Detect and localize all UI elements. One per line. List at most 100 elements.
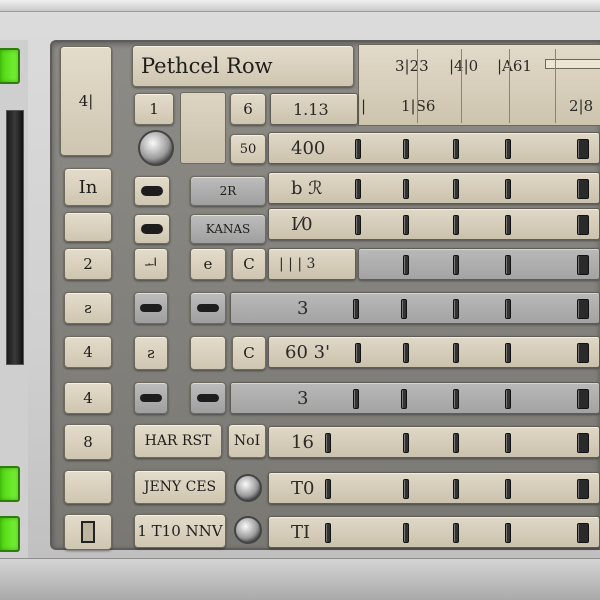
header-divider — [461, 49, 462, 123]
left-key-3[interactable]: 2 — [64, 248, 112, 280]
left-key-6[interactable]: 4 — [64, 382, 112, 414]
key-e[interactable]: e — [190, 248, 226, 280]
fader-end-slot[interactable] — [577, 139, 589, 159]
left-key-8[interactable] — [64, 470, 112, 504]
small-knob-icon[interactable] — [234, 516, 262, 544]
fader-track-7[interactable]: 3 — [230, 382, 600, 414]
fader-slot[interactable] — [353, 389, 359, 409]
fader-slot[interactable] — [505, 523, 511, 543]
key-up[interactable]: ƨ — [134, 336, 168, 370]
small-knob-icon[interactable] — [234, 474, 262, 502]
fader-track-6[interactable]: 60 3' — [268, 336, 600, 368]
fader-end-slot[interactable] — [577, 215, 589, 235]
mode-key-large[interactable]: 4| — [60, 46, 112, 156]
toggle-key-5[interactable] — [134, 382, 168, 414]
key-c[interactable]: C — [232, 248, 266, 280]
header-divider — [417, 49, 418, 123]
fader-track-5[interactable]: 3 — [230, 292, 600, 324]
fader-slot[interactable] — [505, 389, 511, 409]
fader-slot[interactable] — [453, 215, 459, 235]
fader-track-4b[interactable] — [358, 248, 600, 280]
toggle-key-2[interactable] — [134, 214, 170, 244]
fader-slot[interactable] — [403, 215, 409, 235]
left-key-2[interactable] — [64, 212, 112, 242]
fader-end-slot[interactable] — [577, 433, 589, 453]
left-key-4[interactable]: ƨ — [64, 292, 112, 324]
fader-slot[interactable] — [353, 299, 359, 319]
fader-slot[interactable] — [403, 523, 409, 543]
fader-end-slot[interactable] — [577, 179, 589, 199]
key-1[interactable]: 1 — [134, 93, 174, 125]
left-key-5[interactable]: 4 — [64, 336, 112, 368]
kanas-button[interactable]: KANAS — [190, 214, 266, 244]
fader-slot[interactable] — [505, 433, 511, 453]
fader-slot[interactable] — [505, 343, 511, 363]
top-rail — [0, 0, 600, 12]
toggle-key-1[interactable] — [134, 176, 170, 206]
fader-slot[interactable] — [325, 433, 331, 453]
fader-slot[interactable] — [401, 299, 407, 319]
key-6[interactable]: 6 — [230, 93, 266, 125]
left-key-7[interactable]: 8 — [64, 424, 112, 460]
toggle-key-3[interactable] — [134, 292, 168, 324]
fader-slot[interactable] — [453, 139, 459, 159]
blank-key[interactable] — [190, 336, 226, 370]
fader-slot[interactable] — [403, 479, 409, 499]
fader-slot[interactable] — [403, 433, 409, 453]
key-50[interactable]: 50 — [230, 134, 266, 164]
fader-slot[interactable] — [505, 139, 511, 159]
fader-track-4a[interactable]: | | | 3 — [268, 248, 356, 280]
fader-slot[interactable] — [505, 299, 511, 319]
hare-button[interactable]: HAR RST — [134, 424, 222, 458]
fader-slot[interactable] — [401, 389, 407, 409]
fader-slot[interactable] — [355, 139, 361, 159]
fader-slot[interactable] — [403, 179, 409, 199]
fader-slot[interactable] — [453, 255, 459, 275]
header-slider[interactable] — [545, 59, 600, 69]
fader-track-9[interactable]: T0 — [268, 472, 600, 504]
fader-end-slot[interactable] — [577, 343, 589, 363]
fader-slot[interactable] — [355, 179, 361, 199]
fader-slot[interactable] — [403, 255, 409, 275]
toggle-key-6[interactable] — [190, 382, 226, 414]
fader-slot[interactable] — [453, 433, 459, 453]
fader-slot[interactable] — [355, 343, 361, 363]
fader-slot[interactable] — [403, 343, 409, 363]
fader-slot[interactable] — [453, 523, 459, 543]
left-key-9[interactable] — [64, 514, 112, 550]
fader-end-slot[interactable] — [577, 479, 589, 499]
nol-button[interactable]: NoI — [228, 424, 266, 458]
key-c-2[interactable]: C — [232, 336, 266, 370]
key-c-left[interactable]: ᅬ — [134, 248, 168, 280]
ltno-button[interactable]: 1 T10 NNV — [134, 514, 226, 548]
fader-slot[interactable] — [453, 479, 459, 499]
header-sub-1: | — [361, 97, 367, 115]
fader-slot[interactable] — [505, 179, 511, 199]
square-icon — [81, 521, 95, 543]
dr-button[interactable]: 2R — [190, 176, 266, 206]
fader-slot[interactable] — [505, 479, 511, 499]
fader-end-slot[interactable] — [577, 299, 589, 319]
fader-end-slot[interactable] — [577, 255, 589, 275]
fader-end-slot[interactable] — [577, 523, 589, 543]
toggle-key-4[interactable] — [190, 292, 226, 324]
left-key-1[interactable]: In — [64, 168, 112, 206]
fader-slot[interactable] — [325, 523, 331, 543]
fader-slot[interactable] — [325, 479, 331, 499]
fader-slot[interactable] — [453, 389, 459, 409]
fader-end-slot[interactable] — [577, 389, 589, 409]
jeny-button[interactable]: JENY CES — [134, 470, 226, 504]
fader-slot[interactable] — [453, 343, 459, 363]
fader-slot[interactable] — [355, 215, 361, 235]
rotary-knob-icon[interactable] — [138, 130, 174, 166]
fader-slot[interactable] — [505, 215, 511, 235]
fader-slot[interactable] — [453, 299, 459, 319]
fader-track-3[interactable]: I⁄0 — [268, 208, 600, 240]
fader-track-8[interactable]: 16 — [268, 426, 600, 458]
fader-slot[interactable] — [453, 179, 459, 199]
fader-track-2[interactable]: b ℛ — [268, 172, 600, 204]
fader-slot[interactable] — [403, 139, 409, 159]
fader-track-1[interactable]: 400 — [268, 132, 600, 164]
fader-track-10[interactable]: TI — [268, 516, 600, 548]
fader-slot[interactable] — [505, 255, 511, 275]
